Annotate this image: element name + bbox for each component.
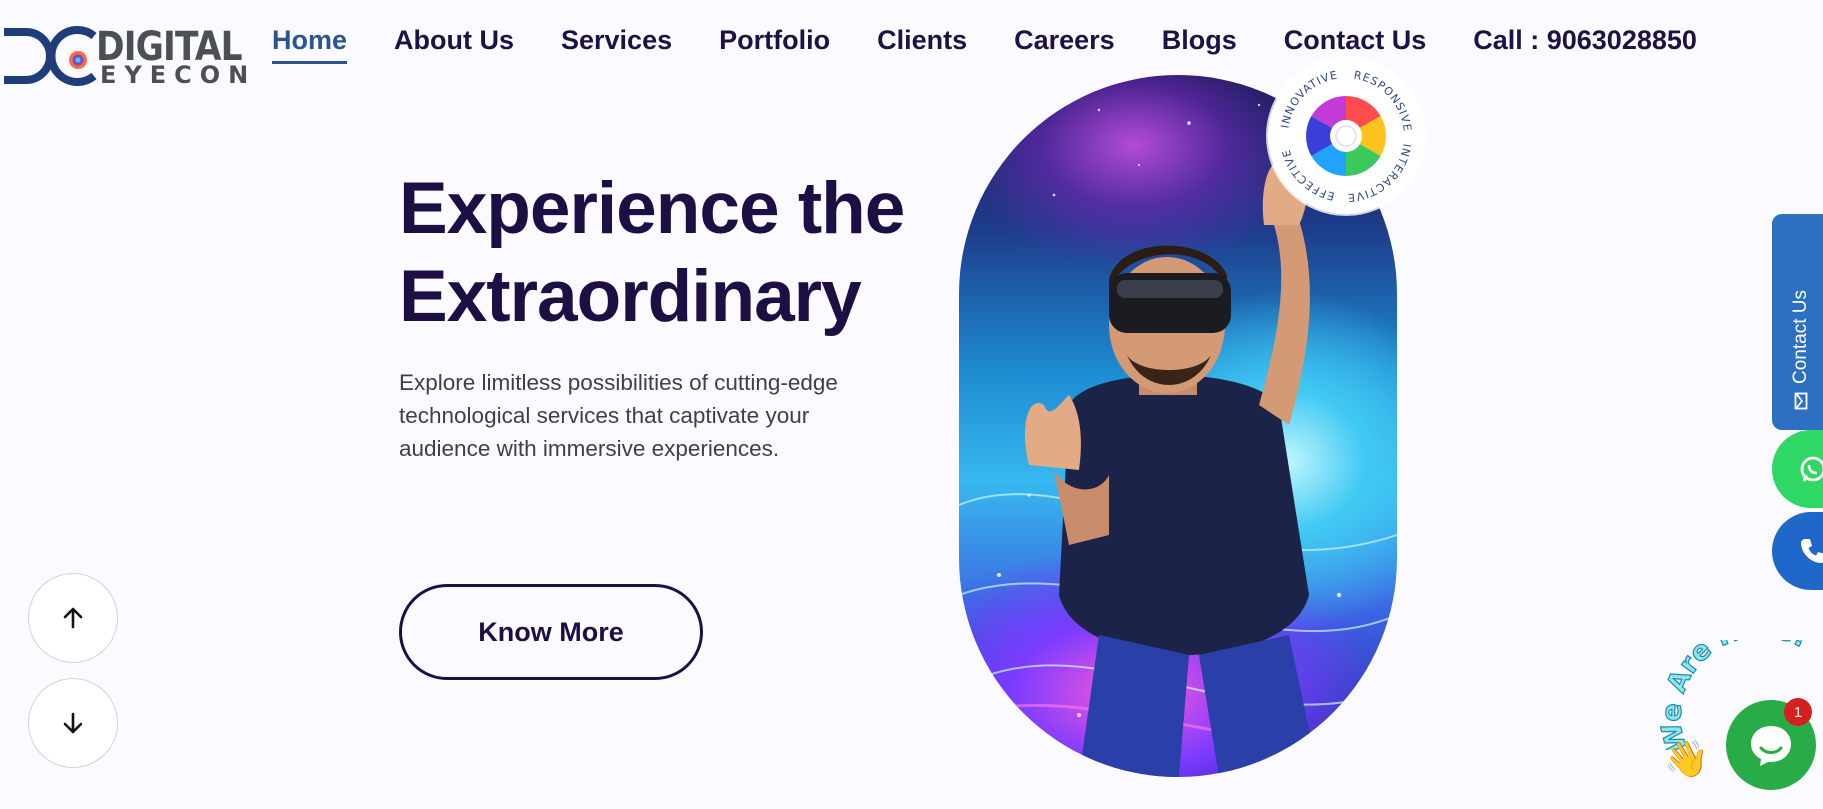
nav-call-phone[interactable]: Call : 9063028850 <box>1473 25 1697 60</box>
brand-seal: INNOVATIVE RESPONSIVE INTERACTIVE EFFECT… <box>1268 58 1424 214</box>
phone-icon <box>1801 539 1823 563</box>
know-more-button[interactable]: Know More <box>399 584 703 680</box>
nav-home[interactable]: Home <box>272 25 348 64</box>
whatsapp-icon <box>1800 456 1823 482</box>
main-nav: Home About Us Services Portfolio Clients… <box>272 22 1697 64</box>
scroll-up-button[interactable] <box>28 573 118 663</box>
side-whatsapp-button[interactable] <box>1772 430 1823 508</box>
scroll-down-button[interactable] <box>28 678 118 768</box>
chat-icon <box>1751 726 1791 766</box>
site-header: DIGITAL EYECON Home About Us Services Po… <box>0 0 1823 89</box>
arrow-down-icon <box>63 712 83 734</box>
hero-title-line1: Experience the <box>399 168 905 249</box>
hero-description: Explore limitless possibilities of cutti… <box>399 370 838 461</box>
nav-careers[interactable]: Careers <box>1014 25 1115 60</box>
side-contact-text: Contact Us <box>1790 290 1811 384</box>
side-phone-button[interactable] <box>1772 512 1823 590</box>
hero-title: Experience the Extraordinary <box>399 165 919 341</box>
nav-portfolio[interactable]: Portfolio <box>719 25 830 60</box>
site-logo[interactable]: DIGITAL EYECON <box>0 18 248 89</box>
logo-text-eyecon: EYECON <box>100 61 257 89</box>
side-contact-tab[interactable]: Contact Us <box>1772 214 1823 430</box>
chat-notification-badge: 1 <box>1784 698 1812 726</box>
nav-clients[interactable]: Clients <box>877 25 967 60</box>
hero-title-line2: Extraordinary <box>399 256 862 337</box>
chat-widget[interactable]: We Are Here! 👋 1 <box>1660 640 1823 809</box>
color-wheel-seal: INNOVATIVE RESPONSIVE INTERACTIVE EFFECT… <box>1279 68 1413 204</box>
nav-blogs[interactable]: Blogs <box>1162 25 1237 60</box>
nav-services[interactable]: Services <box>561 25 672 60</box>
waving-hand-icon: 👋 <box>1664 738 1709 779</box>
nav-about-us[interactable]: About Us <box>394 25 514 60</box>
arrow-up-icon <box>63 607 83 629</box>
nav-contact-us[interactable]: Contact Us <box>1284 25 1427 60</box>
mail-icon <box>1794 392 1808 410</box>
side-contact-label: Contact Us <box>1786 260 1816 410</box>
logo-mark <box>4 26 97 86</box>
